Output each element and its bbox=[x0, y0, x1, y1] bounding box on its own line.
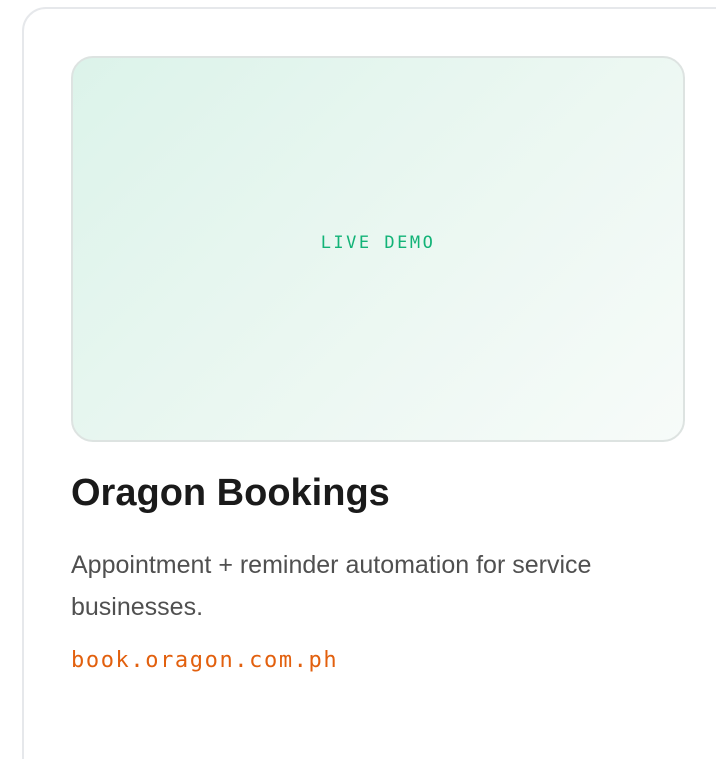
live-demo-label: LIVE DEMO bbox=[320, 233, 436, 253]
project-description: Appointment + reminder automation for se… bbox=[71, 551, 592, 621]
project-title: Oragon Bookings bbox=[71, 472, 390, 514]
project-link[interactable]: book.oragon.com.ph bbox=[71, 645, 338, 677]
live-demo-preview[interactable]: LIVE DEMO bbox=[71, 56, 685, 442]
